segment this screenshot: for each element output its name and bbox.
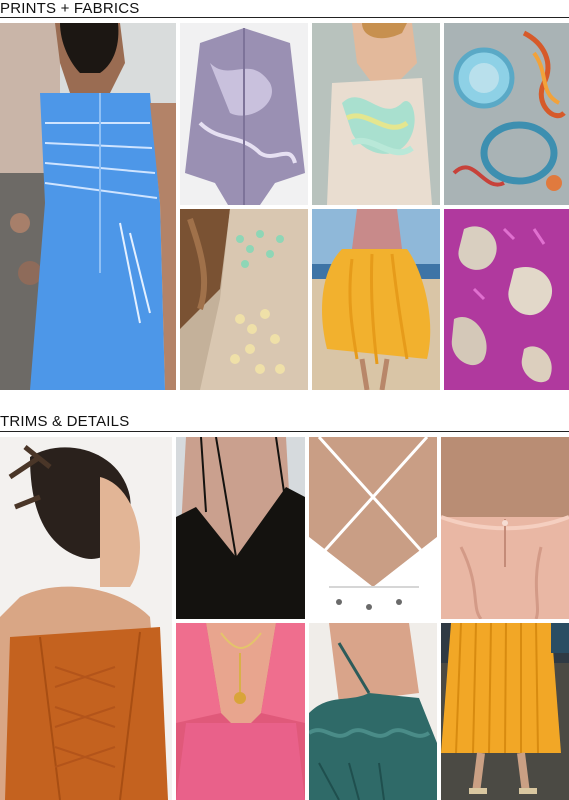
sheer-ruffle-top-photo [312, 23, 440, 205]
teal-ruffle-shoulder-photo [309, 623, 437, 800]
yellow-pleated-skirt-photo [441, 623, 569, 800]
pink-foil-fabric-photo [444, 209, 569, 390]
yellow-tulle-skirt-photo [312, 209, 440, 390]
beaded-sheer-back-photo [180, 209, 308, 390]
white-cross-strap-top-photo [309, 437, 437, 619]
trims-details-title: TRIMS & DETAILS [0, 413, 130, 430]
prints-fabrics-title: PRINTS + FABRICS [0, 0, 140, 17]
black-strappy-top-photo [176, 437, 305, 619]
lace-up-back-top-photo [0, 437, 172, 800]
prints-fabrics-divider [0, 17, 569, 18]
trims-details-divider [0, 431, 569, 432]
lilac-metallic-cape-photo [180, 23, 308, 205]
embroidered-textile-photo [444, 23, 569, 205]
blue-pleated-dress-photo [0, 23, 176, 390]
pink-satin-back-photo [441, 437, 569, 619]
pink-sheer-dress-photo [176, 623, 305, 800]
